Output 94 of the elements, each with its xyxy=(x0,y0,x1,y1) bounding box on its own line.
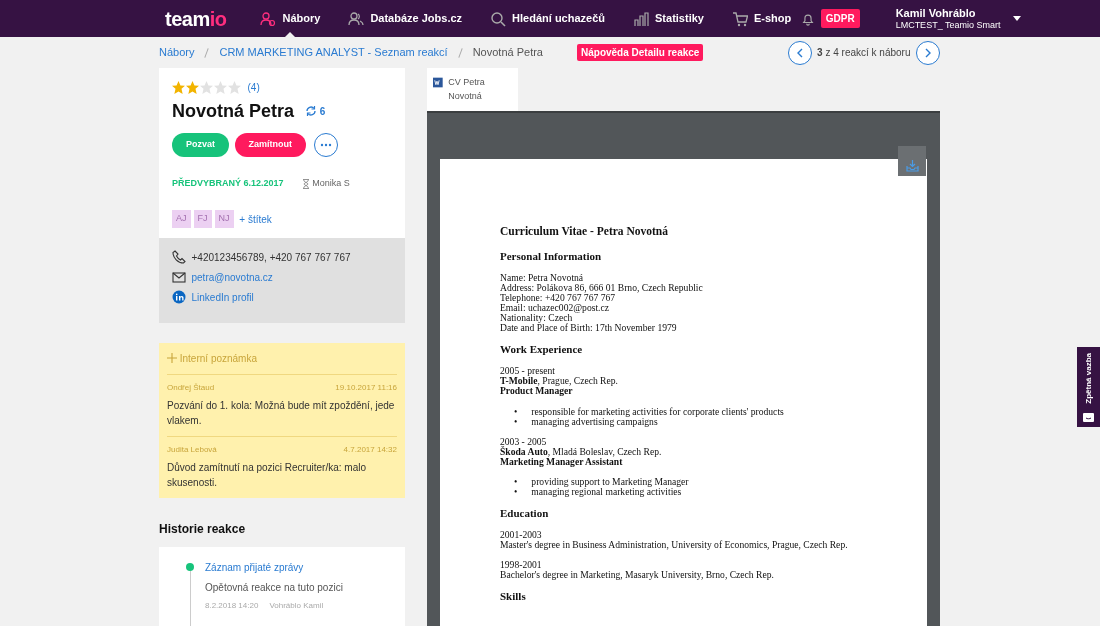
note-author: Ondřej Štaud xyxy=(167,381,215,394)
bar-chart-icon xyxy=(633,10,649,27)
document-title: Curriculum Vitae - Petra Novotná xyxy=(500,224,669,239)
people-icon xyxy=(348,10,365,27)
rating-count[interactable]: (4) xyxy=(247,80,260,95)
gdpr-badge[interactable]: GDPR xyxy=(820,9,860,28)
breadcrumb-link[interactable]: Nábory xyxy=(159,44,195,61)
caret-icon xyxy=(1012,15,1021,22)
bullet: • xyxy=(514,486,518,497)
refresh-icon xyxy=(305,105,318,118)
history-date: 8.2.2018 14:20 xyxy=(205,600,259,613)
breadcrumb-current: Novotná Petra xyxy=(472,45,543,61)
status-label: PŘEDVYBRANÝ 6.12.2017 xyxy=(172,176,284,190)
document-line: Name: Petra Novotná xyxy=(500,272,585,283)
document-line: Nationality: Czech xyxy=(500,313,573,324)
owner-name: Monika S xyxy=(312,176,350,190)
previous-button[interactable] xyxy=(787,40,812,65)
document-heading: Education xyxy=(500,506,550,521)
document-line: 2003 - 2005 xyxy=(500,436,548,447)
document-tab[interactable]: CV Petra Novotná xyxy=(427,68,518,111)
document-line: Address: Polákova 86, 666 01 Brno, Czech Republic xyxy=(500,282,704,293)
invite-button[interactable]: Pozvat xyxy=(172,133,229,157)
more-icon xyxy=(320,142,333,147)
hourglass-icon xyxy=(301,178,310,189)
timeline-dot xyxy=(186,562,194,571)
document-line: Bachelor's degree in Marketing, Masaryk University, Brno, Czech Rep. xyxy=(500,570,775,581)
search-icon xyxy=(490,10,507,27)
download-button[interactable] xyxy=(898,145,926,176)
pager-text: 3 z 4 reakcí k náboru xyxy=(817,46,911,60)
reject-button[interactable]: Zamítnout xyxy=(234,133,306,157)
cart-icon xyxy=(731,10,748,27)
chat-icon xyxy=(1083,413,1094,422)
mail-icon xyxy=(172,270,186,285)
document-heading: Personal Information xyxy=(500,249,603,263)
bullet-item: managing advertising campaigns xyxy=(531,416,658,427)
chevron-right-icon xyxy=(925,47,931,58)
note-date: 4.7.2017 14:32 xyxy=(343,443,397,456)
document-heading: Skills xyxy=(500,590,527,604)
document-line: 1998-2001 xyxy=(500,560,543,571)
people-icon xyxy=(260,10,277,27)
next-button[interactable] xyxy=(916,40,940,65)
candidate-name: Novotná Petra xyxy=(172,99,295,123)
document-line: 2005 - present xyxy=(500,366,555,377)
logo[interactable]: teamio xyxy=(165,3,227,34)
bullet: • xyxy=(514,416,518,427)
tag[interactable]: NJ xyxy=(214,210,234,228)
history-text: Opětovná reakce na tuto pozici xyxy=(205,581,343,596)
document-line: Master's degree in Business Administration, University of Economics, Prague, Czech Rep. xyxy=(500,540,849,551)
tag[interactable]: FJ xyxy=(193,210,212,228)
breadcrumb-link[interactable]: CRM MARKETING ANALYST - Seznam reakcí xyxy=(219,44,448,61)
plus-icon xyxy=(167,353,177,364)
note-author: Judita Lebová xyxy=(167,443,217,456)
document-line: Škoda Auto, Mladá Boleslav, Czech Rep. xyxy=(500,446,663,457)
user-name[interactable]: Kamil Vohráblo xyxy=(895,5,1001,20)
document-line: Date and Place of Birth: 17th November 1979 xyxy=(500,323,678,334)
download-icon xyxy=(905,159,919,172)
bullet-item: managing regional marketing activities xyxy=(531,486,682,497)
account-name: LMCTEST_ Teamio Smart xyxy=(895,19,1001,32)
document-line: Product Manager xyxy=(500,386,574,397)
note-date: 19.10.2017 11:16 xyxy=(335,381,397,394)
document-line: T-Mobile, Prague, Czech Rep. xyxy=(500,376,619,387)
word-file-icon xyxy=(433,77,443,88)
document-line: Telephone: +420 767 767 767 xyxy=(500,292,617,303)
help-badge[interactable]: Nápověda Detailu reakce xyxy=(577,44,704,61)
note-text: Pozvání do 1. kola: Možná bude mít zpoždění, jede vlakem. xyxy=(167,398,396,428)
bullet-item: responsible for marketing activities for corporate clients' products xyxy=(531,406,784,417)
bell-icon[interactable] xyxy=(801,11,816,26)
document-line: Marketing Manager Assistant xyxy=(500,456,624,467)
feedback-button[interactable]: Zpětná vazba xyxy=(1077,347,1100,427)
bullet: • xyxy=(514,476,518,487)
document-heading: Work Experience xyxy=(500,343,584,357)
add-tag-link[interactable]: + štítek xyxy=(239,211,272,227)
tag[interactable]: AJ xyxy=(172,210,191,228)
bullet: • xyxy=(514,406,518,417)
document-line: 2001-2003 xyxy=(500,530,543,541)
email-link[interactable]: petra@novotna.cz xyxy=(191,269,273,285)
nav-tab[interactable]: Statistiky xyxy=(619,0,718,37)
linkedin-link[interactable]: LinkedIn profil xyxy=(191,289,254,305)
more-button[interactable] xyxy=(314,132,339,157)
nav-tab[interactable]: Nábory xyxy=(246,0,335,37)
note-text: Důvod zamítnutí na pozici Recruiter/ka: malo skusenosti. xyxy=(167,460,367,490)
history-author: Vohráblo Kamil xyxy=(269,600,324,613)
nav-tab[interactable]: Hledání uchazečů xyxy=(476,0,619,37)
bullet-item: providing support to Marketing Manager xyxy=(531,476,689,487)
history-title[interactable]: Záznam přijaté zprávy xyxy=(205,561,304,573)
linkedin-icon xyxy=(172,290,186,305)
document-line: Email: uchazec002@post.cz xyxy=(500,302,610,313)
phone-number: +420123456789, +420 767 767 767 xyxy=(191,250,351,265)
reactions-link[interactable]: 6 xyxy=(305,103,326,119)
section-title: Historie reakce xyxy=(159,520,247,538)
nav-tab[interactable]: E-shop xyxy=(717,0,806,37)
nav-tab[interactable]: Databáze Jobs.cz xyxy=(334,0,477,37)
chevron-left-icon xyxy=(796,47,803,58)
phone-icon xyxy=(172,250,186,265)
